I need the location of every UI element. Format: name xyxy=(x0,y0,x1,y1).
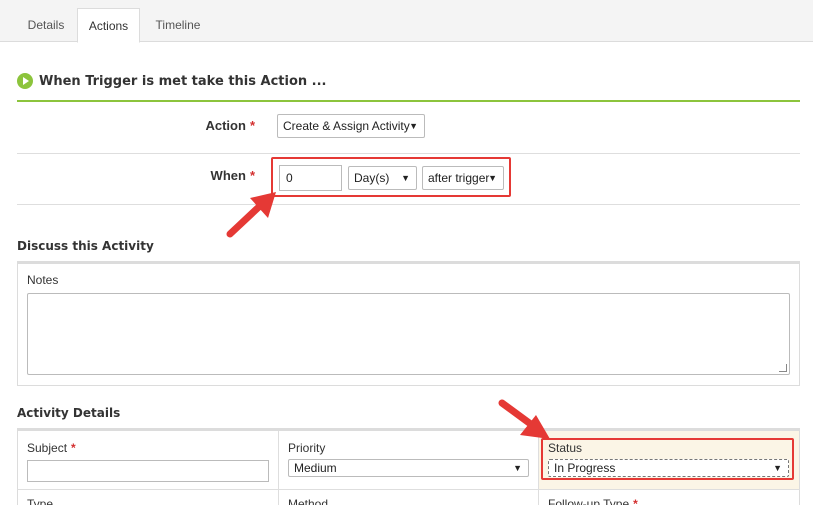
status-select[interactable]: In Progress ▼ xyxy=(548,459,789,477)
action-label: Action * xyxy=(205,118,255,133)
notes-textarea[interactable] xyxy=(27,293,790,375)
method-label: Method xyxy=(288,497,329,505)
status-label: Status xyxy=(548,441,583,455)
when-unit-select[interactable]: Day(s) ▼ xyxy=(348,166,417,190)
pointer-arrow-icon xyxy=(226,192,276,238)
pointer-arrow-icon xyxy=(498,399,550,439)
action-select[interactable]: Create & Assign Activity ▼ xyxy=(277,114,425,138)
chevron-down-icon: ▼ xyxy=(409,121,418,131)
when-amount-input[interactable]: 0 xyxy=(279,165,342,191)
when-relation-select[interactable]: after trigger ▼ xyxy=(422,166,504,190)
discuss-title: Discuss this Activity xyxy=(17,239,154,253)
tab-actions[interactable]: Actions xyxy=(77,8,140,43)
chevron-down-icon: ▼ xyxy=(513,463,522,473)
when-label: When * xyxy=(210,168,255,183)
column-divider xyxy=(278,431,279,505)
row-divider xyxy=(17,489,800,490)
play-icon xyxy=(17,73,33,89)
subject-label: Subject * xyxy=(27,441,76,455)
chevron-down-icon: ▼ xyxy=(488,173,497,183)
notes-label: Notes xyxy=(27,273,59,287)
section-title: When Trigger is met take this Action ... xyxy=(39,73,327,89)
priority-select[interactable]: Medium ▼ xyxy=(288,459,529,477)
priority-label: Priority xyxy=(288,441,326,455)
subject-input[interactable] xyxy=(27,460,269,482)
followup-type-label: Follow-up Type * xyxy=(548,497,638,505)
chevron-down-icon: ▼ xyxy=(773,463,782,473)
details-title: Activity Details xyxy=(17,406,121,420)
resize-grip-icon[interactable] xyxy=(779,364,787,372)
tab-details[interactable]: Details xyxy=(16,8,76,42)
chevron-down-icon: ▼ xyxy=(401,173,410,183)
tab-bar: Details Actions Timeline xyxy=(0,0,813,43)
section-divider xyxy=(17,100,800,102)
row-divider xyxy=(17,204,800,205)
type-label: Type xyxy=(27,497,54,505)
section-header: When Trigger is met take this Action ... xyxy=(17,72,326,90)
tab-timeline[interactable]: Timeline xyxy=(145,8,211,42)
row-divider xyxy=(17,153,800,154)
